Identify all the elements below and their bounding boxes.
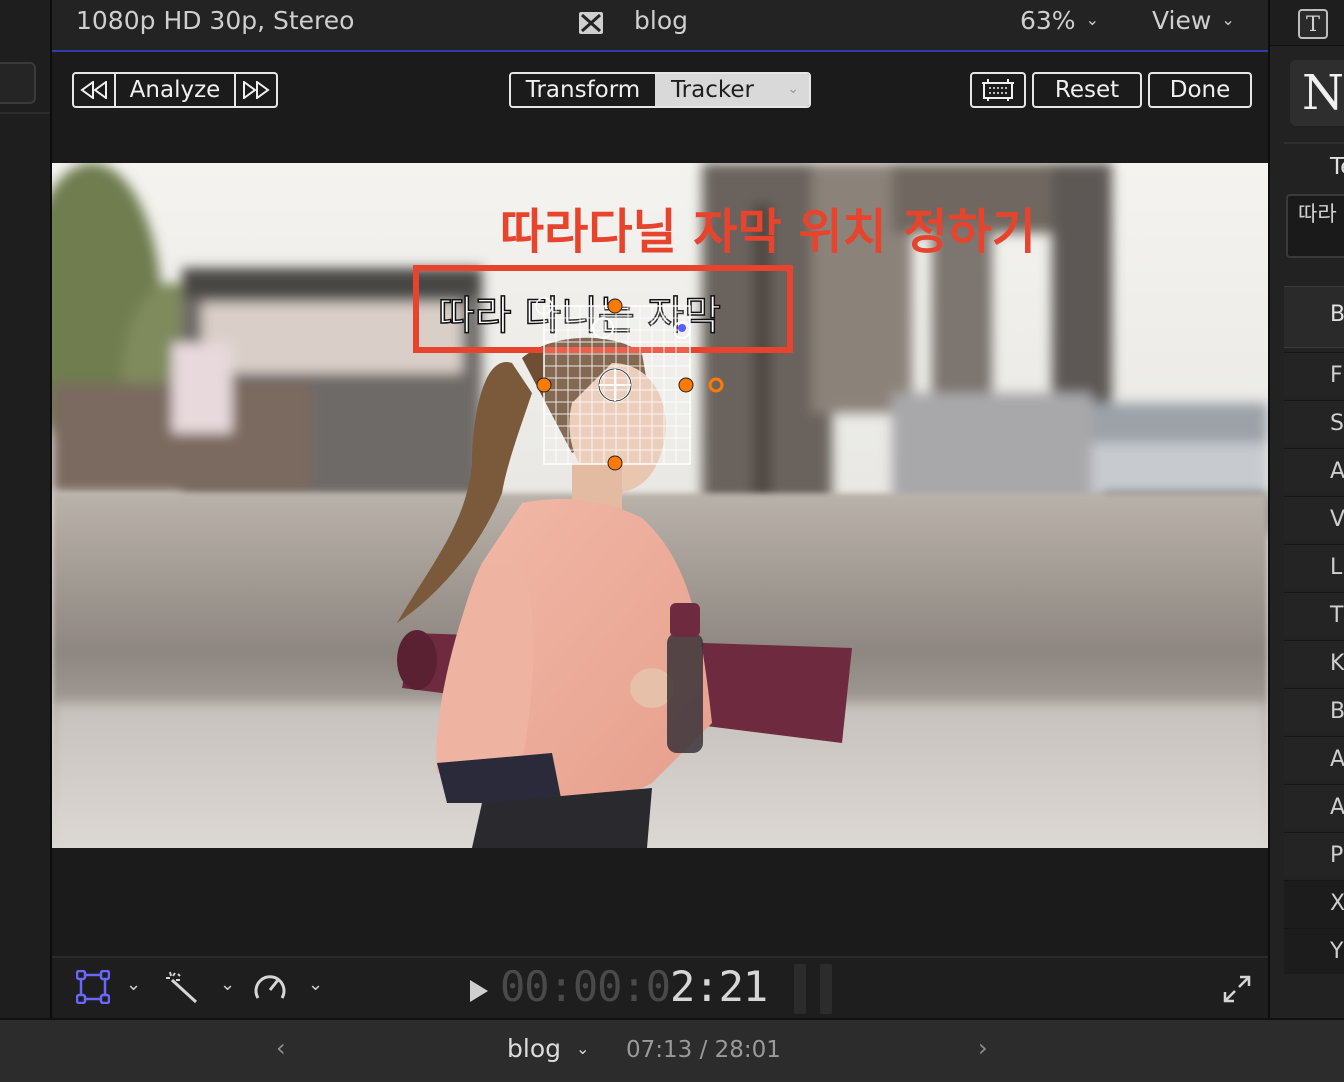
annotation-title: 따라다닐 자막 위치 정하기	[500, 204, 1036, 260]
viewer-toolbar: ⌄ ⌄ ⌄ 00:00:02:21	[52, 956, 1268, 1018]
forward-icon	[243, 81, 270, 99]
chevron-down-icon: ⌄	[787, 81, 799, 97]
timeline-name[interactable]: blog	[507, 1034, 561, 1063]
inspector-param-label: P	[1330, 843, 1344, 868]
analyze-group: Analyze	[72, 72, 278, 108]
text-field[interactable]: 따라	[1286, 194, 1344, 258]
inspector-param-row[interactable]: A	[1284, 448, 1344, 494]
divider	[1284, 142, 1344, 144]
timeline-nav-bar: ‹ blog ⌄ 07:13 / 28:01 ›	[0, 1018, 1344, 1082]
reset-button[interactable]: Reset	[1032, 72, 1142, 108]
inspector-param-label: V	[1330, 507, 1344, 532]
mode-toggle: Transform Tracker ⌄	[509, 72, 811, 108]
inspector: T No Te 따라 B FSAVLiTKBAAPXY	[1268, 0, 1344, 1018]
chevron-down-icon: ⌄	[1221, 10, 1235, 29]
format-label: 1080p HD 30p, Stereo	[76, 6, 355, 35]
play-icon[interactable]	[470, 980, 488, 1002]
inspector-param-row[interactable]: T	[1284, 592, 1344, 638]
basic-section[interactable]: B	[1284, 286, 1344, 348]
text-inspector-icon[interactable]: T	[1298, 9, 1328, 39]
analyze-backward-button[interactable]	[74, 74, 116, 106]
chevron-down-icon[interactable]: ⌄	[308, 974, 323, 1008]
inspector-param-row[interactable]: S	[1284, 400, 1344, 446]
inspector-param-label: A	[1330, 795, 1344, 820]
timecode-leading: 00:00:0	[500, 962, 671, 1011]
analyze-button[interactable]: Analyze	[116, 74, 234, 106]
inspector-param-label: T	[1330, 603, 1344, 628]
previous-arrow-icon[interactable]: ‹	[276, 1034, 286, 1062]
inspector-param-row[interactable]: P	[1284, 832, 1344, 878]
tracker-mode-label: Tracker	[671, 77, 754, 103]
title-preview[interactable]: No	[1290, 60, 1344, 126]
inspector-section-heading: Te	[1330, 154, 1344, 180]
magic-wand-icon[interactable]	[164, 970, 200, 1004]
zoom-menu[interactable]: 63% ⌄	[1020, 6, 1099, 35]
inspector-param-label: F	[1330, 363, 1343, 388]
inspector-param-label: A	[1330, 747, 1344, 772]
clapper-icon	[579, 12, 603, 34]
inspector-param-label: A	[1330, 459, 1344, 484]
inspector-param-row[interactable]: V	[1284, 496, 1344, 542]
project-name: blog	[634, 6, 688, 35]
basic-section-label: B	[1330, 302, 1344, 327]
view-menu[interactable]: View ⌄	[1152, 6, 1235, 35]
left-panel-edge	[0, 0, 52, 1018]
audio-meter	[794, 964, 836, 1014]
rewind-icon	[80, 81, 107, 99]
analyze-forward-button[interactable]	[234, 74, 276, 106]
inspector-param-label: B	[1330, 699, 1344, 724]
inspector-param-row[interactable]: X	[1284, 880, 1344, 926]
inspector-param-row[interactable]: A	[1284, 736, 1344, 782]
next-arrow-icon[interactable]: ›	[978, 1034, 988, 1062]
divider	[0, 112, 50, 114]
inspector-param-row[interactable]: Y	[1284, 928, 1344, 974]
timecode-display[interactable]: 00:00:02:21	[500, 962, 768, 1011]
inspector-param-label: Y	[1330, 939, 1344, 964]
transform-tool-icon[interactable]	[76, 970, 110, 1004]
chevron-down-icon[interactable]: ⌄	[576, 1039, 589, 1058]
inspector-param-label: X	[1330, 891, 1344, 916]
inspector-param-label: K	[1330, 651, 1344, 676]
transform-mode-button[interactable]: Transform	[511, 74, 655, 106]
inspector-param-label: S	[1330, 411, 1344, 436]
timeline-duration: 07:13 / 28:01	[626, 1037, 781, 1063]
inspector-param-label: Li	[1330, 555, 1344, 580]
timecode-value: 2:21	[670, 962, 768, 1011]
chevron-down-icon[interactable]: ⌄	[126, 974, 141, 1008]
viewer: 1080p HD 30p, Stereo blog 63% ⌄ View ⌄ Ana…	[52, 0, 1268, 1018]
zoom-level: 63%	[1020, 6, 1076, 35]
video-canvas[interactable]: 따라다닐 자막 위치 정하기 따라 다니는 자막	[52, 163, 1268, 848]
tracker-mode-button[interactable]: Tracker ⌄	[655, 74, 809, 106]
inspector-param-row[interactable]: K	[1284, 640, 1344, 686]
done-button[interactable]: Done	[1148, 72, 1252, 108]
fullscreen-icon[interactable]	[1222, 972, 1252, 1006]
inspector-param-row[interactable]: B	[1284, 688, 1344, 734]
overlay-icon	[982, 79, 1014, 101]
overlay-button[interactable]	[970, 72, 1026, 108]
speed-icon[interactable]	[252, 970, 288, 1004]
inspector-param-row[interactable]: A	[1284, 784, 1344, 830]
left-panel-tab[interactable]	[0, 62, 36, 104]
view-menu-label: View	[1152, 6, 1212, 35]
viewer-header: 1080p HD 30p, Stereo blog 63% ⌄ View ⌄	[52, 0, 1268, 52]
chevron-down-icon: ⌄	[1085, 10, 1099, 29]
video-frame: 따라다닐 자막 위치 정하기 따라 다니는 자막	[52, 163, 1268, 848]
inspector-param-row[interactable]: Li	[1284, 544, 1344, 590]
inspector-header: T	[1270, 0, 1344, 46]
inspector-param-row[interactable]: F	[1284, 352, 1344, 398]
chevron-down-icon[interactable]: ⌄	[220, 974, 235, 1008]
